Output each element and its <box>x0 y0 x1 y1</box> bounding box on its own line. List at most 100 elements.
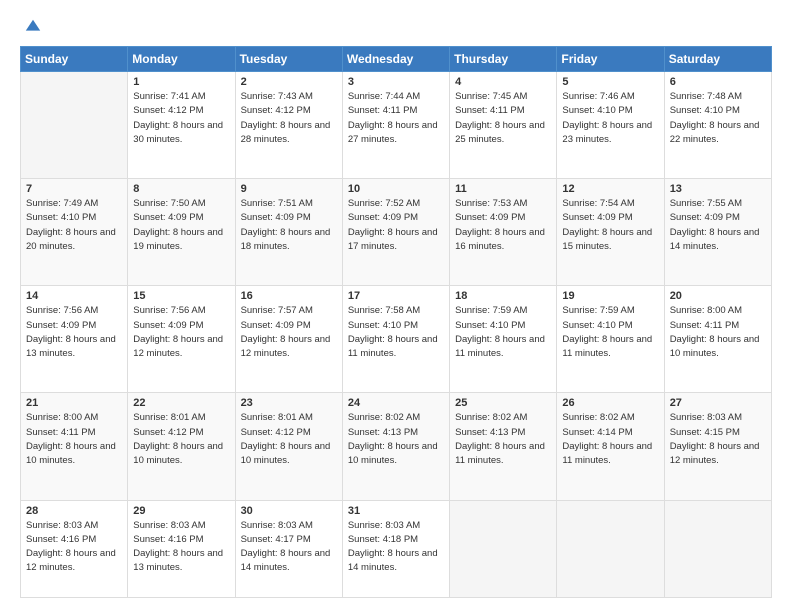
day-number: 23 <box>241 397 337 409</box>
day-info: Sunrise: 7:46 AMSunset: 4:10 PMDaylight:… <box>562 90 658 147</box>
weekday-header-wednesday: Wednesday <box>342 47 449 72</box>
calendar-week-row: 28 Sunrise: 8:03 AMSunset: 4:16 PMDayligh… <box>21 500 772 597</box>
calendar-cell: 12 Sunrise: 7:54 AMSunset: 4:09 PMDayligh… <box>557 179 664 286</box>
day-info: Sunrise: 7:57 AMSunset: 4:09 PMDaylight:… <box>241 304 337 361</box>
day-number: 18 <box>455 290 551 302</box>
day-number: 6 <box>670 76 766 88</box>
calendar-cell: 21Sunrise: 8:00 AMSunset: 4:11 PMDayligh… <box>21 393 128 500</box>
day-info: Sunrise: 8:03 AMSunset: 4:16 PMDaylight:… <box>133 519 229 576</box>
logo-icon <box>24 18 42 36</box>
day-number: 28 <box>26 505 122 517</box>
calendar-cell: 27Sunrise: 8:03 AMSunset: 4:15 PMDayligh… <box>664 393 771 500</box>
day-info: Sunrise: 8:02 AMSunset: 4:14 PMDaylight:… <box>562 411 658 468</box>
calendar-cell: 26 Sunrise: 8:02 AMSunset: 4:14 PMDayligh… <box>557 393 664 500</box>
weekday-header-tuesday: Tuesday <box>235 47 342 72</box>
calendar-cell: 10Sunrise: 7:52 AMSunset: 4:09 PMDayligh… <box>342 179 449 286</box>
day-number: 25 <box>455 397 551 409</box>
calendar-cell: 22Sunrise: 8:01 AMSunset: 4:12 PMDayligh… <box>128 393 235 500</box>
day-number: 14 <box>26 290 122 302</box>
calendar-cell: 4 Sunrise: 7:45 AMSunset: 4:11 PMDaylight… <box>450 72 557 179</box>
calendar-cell: 30 Sunrise: 8:03 AMSunset: 4:17 PMDayligh… <box>235 500 342 597</box>
calendar-cell: 8 Sunrise: 7:50 AMSunset: 4:09 PMDaylight… <box>128 179 235 286</box>
calendar-cell: 9 Sunrise: 7:51 AMSunset: 4:09 PMDaylight… <box>235 179 342 286</box>
calendar-header-row: SundayMondayTuesdayWednesdayThursdayFrid… <box>21 47 772 72</box>
day-number: 21 <box>26 397 122 409</box>
calendar-cell <box>21 72 128 179</box>
day-number: 24 <box>348 397 444 409</box>
day-info: Sunrise: 7:43 AMSunset: 4:12 PMDaylight:… <box>241 90 337 147</box>
day-number: 29 <box>133 505 229 517</box>
day-info: Sunrise: 8:03 AMSunset: 4:15 PMDaylight:… <box>670 411 766 468</box>
day-number: 8 <box>133 183 229 195</box>
day-number: 12 <box>562 183 658 195</box>
calendar-cell <box>664 500 771 597</box>
calendar-cell: 23Sunrise: 8:01 AMSunset: 4:12 PMDayligh… <box>235 393 342 500</box>
day-info: Sunrise: 7:51 AMSunset: 4:09 PMDaylight:… <box>241 197 337 254</box>
day-number: 3 <box>348 76 444 88</box>
logo <box>20 18 42 36</box>
day-info: Sunrise: 7:49 AMSunset: 4:10 PMDaylight:… <box>26 197 122 254</box>
calendar-cell: 17 Sunrise: 7:58 AMSunset: 4:10 PMDayligh… <box>342 286 449 393</box>
calendar-cell: 7 Sunrise: 7:49 AMSunset: 4:10 PMDaylight… <box>21 179 128 286</box>
calendar-cell: 25 Sunrise: 8:02 AMSunset: 4:13 PMDayligh… <box>450 393 557 500</box>
calendar-cell: 16 Sunrise: 7:57 AMSunset: 4:09 PMDayligh… <box>235 286 342 393</box>
day-info: Sunrise: 8:02 AMSunset: 4:13 PMDaylight:… <box>455 411 551 468</box>
day-info: Sunrise: 8:02 AMSunset: 4:13 PMDaylight:… <box>348 411 444 468</box>
day-info: Sunrise: 8:03 AMSunset: 4:16 PMDaylight:… <box>26 519 122 576</box>
day-number: 15 <box>133 290 229 302</box>
day-info: Sunrise: 8:03 AMSunset: 4:17 PMDaylight:… <box>241 519 337 576</box>
day-info: Sunrise: 7:44 AMSunset: 4:11 PMDaylight:… <box>348 90 444 147</box>
calendar-week-row: 1 Sunrise: 7:41 AMSunset: 4:12 PMDaylight… <box>21 72 772 179</box>
day-number: 20 <box>670 290 766 302</box>
calendar-cell: 11 Sunrise: 7:53 AMSunset: 4:09 PMDayligh… <box>450 179 557 286</box>
day-number: 7 <box>26 183 122 195</box>
calendar-cell: 5Sunrise: 7:46 AMSunset: 4:10 PMDaylight… <box>557 72 664 179</box>
day-number: 16 <box>241 290 337 302</box>
weekday-header-saturday: Saturday <box>664 47 771 72</box>
day-info: Sunrise: 7:56 AMSunset: 4:09 PMDaylight:… <box>133 304 229 361</box>
calendar-week-row: 7 Sunrise: 7:49 AMSunset: 4:10 PMDaylight… <box>21 179 772 286</box>
day-number: 22 <box>133 397 229 409</box>
weekday-header-monday: Monday <box>128 47 235 72</box>
calendar-cell: 3 Sunrise: 7:44 AMSunset: 4:11 PMDaylight… <box>342 72 449 179</box>
day-number: 11 <box>455 183 551 195</box>
day-number: 2 <box>241 76 337 88</box>
calendar-week-row: 14 Sunrise: 7:56 AMSunset: 4:09 PMDayligh… <box>21 286 772 393</box>
day-number: 26 <box>562 397 658 409</box>
day-number: 1 <box>133 76 229 88</box>
calendar-week-row: 21Sunrise: 8:00 AMSunset: 4:11 PMDayligh… <box>21 393 772 500</box>
calendar-cell <box>557 500 664 597</box>
day-number: 9 <box>241 183 337 195</box>
day-info: Sunrise: 7:55 AMSunset: 4:09 PMDaylight:… <box>670 197 766 254</box>
calendar-cell <box>450 500 557 597</box>
day-number: 4 <box>455 76 551 88</box>
header <box>20 18 772 36</box>
day-number: 19 <box>562 290 658 302</box>
weekday-header-sunday: Sunday <box>21 47 128 72</box>
calendar-cell: 6 Sunrise: 7:48 AMSunset: 4:10 PMDaylight… <box>664 72 771 179</box>
day-info: Sunrise: 7:52 AMSunset: 4:09 PMDaylight:… <box>348 197 444 254</box>
day-info: Sunrise: 7:50 AMSunset: 4:09 PMDaylight:… <box>133 197 229 254</box>
calendar-cell: 19 Sunrise: 7:59 AMSunset: 4:10 PMDayligh… <box>557 286 664 393</box>
day-number: 30 <box>241 505 337 517</box>
page: SundayMondayTuesdayWednesdayThursdayFrid… <box>0 0 792 612</box>
day-info: Sunrise: 7:53 AMSunset: 4:09 PMDaylight:… <box>455 197 551 254</box>
weekday-header-friday: Friday <box>557 47 664 72</box>
day-number: 31 <box>348 505 444 517</box>
calendar-cell: 2 Sunrise: 7:43 AMSunset: 4:12 PMDaylight… <box>235 72 342 179</box>
calendar-cell: 31Sunrise: 8:03 AMSunset: 4:18 PMDayligh… <box>342 500 449 597</box>
calendar-cell: 28 Sunrise: 8:03 AMSunset: 4:16 PMDayligh… <box>21 500 128 597</box>
day-number: 17 <box>348 290 444 302</box>
calendar-cell: 13Sunrise: 7:55 AMSunset: 4:09 PMDayligh… <box>664 179 771 286</box>
calendar-cell: 1 Sunrise: 7:41 AMSunset: 4:12 PMDaylight… <box>128 72 235 179</box>
day-info: Sunrise: 7:41 AMSunset: 4:12 PMDaylight:… <box>133 90 229 147</box>
calendar-cell: 15 Sunrise: 7:56 AMSunset: 4:09 PMDayligh… <box>128 286 235 393</box>
day-info: Sunrise: 7:45 AMSunset: 4:11 PMDaylight:… <box>455 90 551 147</box>
day-info: Sunrise: 7:59 AMSunset: 4:10 PMDaylight:… <box>562 304 658 361</box>
day-info: Sunrise: 7:54 AMSunset: 4:09 PMDaylight:… <box>562 197 658 254</box>
day-info: Sunrise: 7:58 AMSunset: 4:10 PMDaylight:… <box>348 304 444 361</box>
calendar-cell: 24 Sunrise: 8:02 AMSunset: 4:13 PMDayligh… <box>342 393 449 500</box>
calendar-cell: 18Sunrise: 7:59 AMSunset: 4:10 PMDayligh… <box>450 286 557 393</box>
day-info: Sunrise: 8:00 AMSunset: 4:11 PMDaylight:… <box>670 304 766 361</box>
day-info: Sunrise: 7:48 AMSunset: 4:10 PMDaylight:… <box>670 90 766 147</box>
